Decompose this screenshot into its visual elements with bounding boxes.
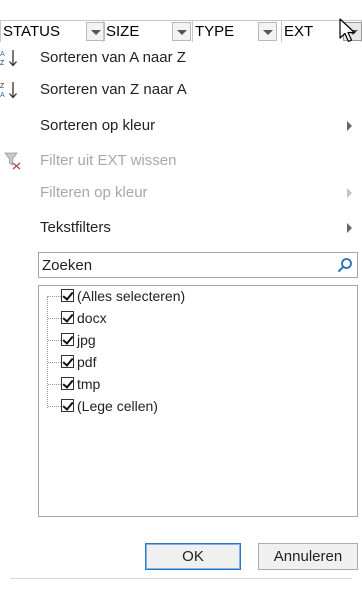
list-item-label: pdf — [77, 354, 97, 370]
submenu-arrow-icon — [347, 121, 352, 131]
list-item-label: jpg — [77, 332, 96, 348]
tree-connector — [48, 340, 61, 341]
filter-values-list: (Alles selecteren) docx jpg pdf tmp (Leg… — [38, 285, 358, 517]
menu-item-filter-by-color: Filteren op kleur — [0, 177, 362, 209]
svg-text:Z: Z — [0, 60, 5, 67]
menu-item-sort-az-label: Sorteren van A naar Z — [40, 49, 186, 66]
header-size-label: SIZE — [106, 23, 140, 40]
tree-connector — [48, 406, 61, 407]
mouse-cursor-icon — [339, 18, 356, 43]
tree-connector — [47, 296, 48, 408]
checkbox-checked[interactable] — [61, 311, 74, 324]
tree-connector — [48, 384, 61, 385]
header-status-label: STATUS — [3, 23, 60, 40]
menu-item-sort-az[interactable]: A Z Sorteren van A naar Z — [0, 42, 362, 74]
list-item-label: docx — [77, 310, 107, 326]
menu-item-filter-by-color-label: Filteren op kleur — [40, 184, 148, 201]
sort-ascending-icon: A Z — [0, 50, 17, 67]
tree-connector — [48, 296, 61, 297]
type-filter-dropdown-button[interactable] — [258, 22, 277, 41]
menu-item-clear-filter-label: Filter uit EXT wissen — [40, 152, 177, 169]
header-ext-label: EXT — [284, 23, 314, 40]
menu-item-sort-by-color[interactable]: Sorteren op kleur — [0, 110, 362, 142]
submenu-arrow-icon — [347, 188, 352, 198]
header-type-label: TYPE — [195, 23, 235, 40]
checkbox-checked[interactable] — [61, 333, 74, 346]
menu-item-text-filters[interactable]: Tekstfilters — [0, 212, 362, 244]
checkbox-checked[interactable] — [61, 377, 74, 390]
cancel-button[interactable]: Annuleren — [258, 543, 358, 570]
menu-item-clear-filter: Filter uit EXT wissen — [0, 145, 362, 177]
list-item-label: (Lege cellen) — [77, 398, 158, 414]
size-filter-dropdown-button[interactable] — [172, 22, 191, 41]
menu-item-sort-za[interactable]: Z A Sorteren van Z naar A — [0, 74, 362, 106]
menu-item-text-filters-label: Tekstfilters — [40, 219, 111, 236]
svg-text:Z: Z — [0, 83, 5, 90]
checkbox-checked[interactable] — [61, 289, 74, 302]
list-item-label: (Alles selecteren) — [77, 288, 186, 304]
menu-item-sort-za-label: Sorteren van Z naar A — [40, 81, 187, 98]
checkbox-checked[interactable] — [61, 355, 74, 368]
resize-divider — [10, 578, 352, 579]
svg-text:A: A — [0, 92, 5, 99]
search-icon[interactable] — [337, 257, 353, 273]
autofilter-menu: A Z Sorteren van A naar Z Z A Sorteren v… — [0, 42, 362, 590]
submenu-arrow-icon — [347, 223, 352, 233]
menu-item-sort-by-color-label: Sorteren op kleur — [40, 117, 156, 134]
search-input[interactable] — [42, 255, 322, 275]
ok-button[interactable]: OK — [145, 543, 241, 570]
sort-descending-icon: Z A — [0, 82, 17, 99]
column-header-row: STATUS SIZE TYPE EXT — [0, 0, 362, 43]
search-box — [38, 252, 358, 278]
checkbox-checked[interactable] — [61, 399, 74, 412]
tree-connector — [48, 362, 61, 363]
list-item-label: tmp — [77, 376, 101, 392]
clear-filter-icon — [4, 152, 21, 170]
tree-connector — [48, 318, 61, 319]
svg-text:A: A — [0, 51, 5, 58]
